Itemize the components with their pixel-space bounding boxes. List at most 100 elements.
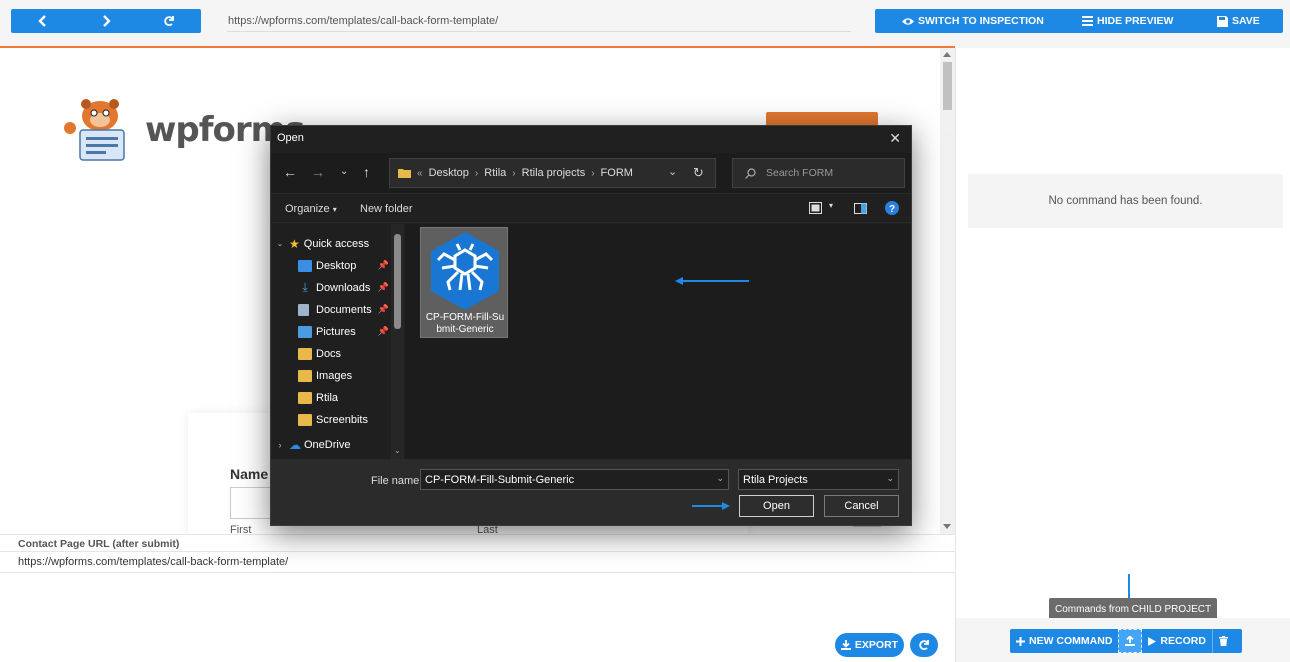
new-command-button[interactable]: NEW COMMAND (1010, 629, 1118, 653)
sync-button[interactable] (910, 633, 938, 657)
commands-footer: NEW COMMAND RECORD (956, 618, 1290, 662)
refresh-icon (919, 640, 929, 651)
sidebar-item-desktop[interactable]: Desktop 📌 (271, 255, 391, 276)
annotation-arrow-right (692, 505, 722, 507)
breadcrumb-form[interactable]: FORM (601, 167, 633, 179)
pin-icon: 📌 (377, 282, 389, 292)
chevron-down-icon: ⌄ (886, 473, 894, 483)
svg-text:?: ? (889, 204, 895, 215)
preview-scroll-thumb[interactable] (943, 62, 952, 110)
address-bar[interactable]: « Desktop › Rtila › Rtila projects › FOR… (389, 158, 716, 188)
commands-panel: No command has been found. Commands from… (955, 48, 1290, 662)
sidebar-item-docs[interactable]: Docs (271, 343, 391, 364)
url-input[interactable] (227, 10, 851, 32)
export-button[interactable]: EXPORT (835, 633, 904, 657)
breadcrumb-rtila[interactable]: Rtila (484, 167, 506, 179)
organize-label: Organize (285, 203, 330, 215)
sidebar-item-images[interactable]: Images (271, 365, 391, 386)
pin-icon: 📌 (377, 260, 389, 270)
form-name-label: Name (230, 466, 269, 482)
sidebar-item-downloads[interactable]: ⤓ Downloads 📌 (271, 277, 391, 298)
file-name-input[interactable]: CP-FORM-Fill-Submit-Generic ⌄ (420, 469, 729, 490)
chevron-right-icon[interactable]: › (271, 440, 289, 450)
sidebar-item-onedrive[interactable]: › ☁ OneDrive (271, 434, 391, 455)
sidebar-item-pictures[interactable]: Pictures 📌 (271, 321, 391, 342)
back-button[interactable] (11, 9, 74, 33)
chevron-down-icon[interactable]: ⌄ (716, 473, 724, 484)
chevron-down-icon: ▾ (332, 205, 337, 214)
sidebar-item-rtila[interactable]: Rtila (271, 387, 391, 408)
first-sublabel: First (230, 524, 252, 534)
breadcrumb-rtila-projects[interactable]: Rtila projects (522, 167, 586, 179)
view-options-icon[interactable] (809, 202, 822, 217)
file-name-caption: CP-FORM-Fill-Su bmit-Generic (421, 312, 509, 336)
sidebar-label-screenbits: Screenbits (316, 413, 368, 426)
sidebar-label-desktop: Desktop (316, 259, 357, 272)
new-folder-button[interactable]: New folder (360, 203, 413, 215)
close-icon[interactable]: ✕ (889, 130, 901, 147)
sidebar-item-documents[interactable]: Documents 📌 (271, 299, 391, 320)
open-file-dialog: Open ✕ ← → ⌄ ↑ « Desktop › Rtila › Rtila… (270, 125, 912, 526)
preview-scrollbar[interactable] (940, 48, 955, 534)
organize-menu[interactable]: Organize ▾ (285, 203, 337, 215)
up-arrow-icon[interactable]: ↑ (363, 164, 370, 180)
view-options-chevron-icon[interactable]: ▾ (829, 201, 833, 210)
wpforms-mascot-logo (64, 99, 125, 161)
folder-icon (298, 347, 312, 360)
download-icon (840, 640, 851, 650)
recent-locations-chevron-icon[interactable]: ⌄ (340, 166, 348, 177)
import-commands-button[interactable] (1118, 629, 1143, 653)
record-button[interactable]: RECORD (1142, 629, 1212, 653)
search-input[interactable]: Search FORM (732, 158, 905, 188)
dialog-footer: File name: CP-FORM-Fill-Submit-Generic ⌄… (271, 459, 911, 525)
sidebar-scrollbar[interactable]: ⌄ (391, 224, 404, 459)
preview-pane-icon[interactable] (854, 203, 867, 217)
address-dropdown-chevron-icon[interactable]: ⌄ (668, 165, 677, 178)
scroll-up-arrow-icon[interactable] (943, 52, 951, 57)
hide-preview-button[interactable]: HIDE PREVIEW (1082, 15, 1173, 27)
breadcrumb-desktop[interactable]: Desktop (429, 167, 469, 179)
star-icon: ★ (289, 236, 300, 251)
forward-button[interactable] (74, 9, 137, 33)
reload-button[interactable] (138, 9, 201, 33)
refresh-icon[interactable]: ↻ (693, 165, 704, 181)
contact-url-field[interactable]: https://wpforms.com/templates/call-back-… (0, 551, 955, 573)
sidebar-item-quick-access[interactable]: ⌄ ★ Quick access (271, 233, 391, 254)
chevron-down-icon[interactable]: ⌄ (271, 239, 289, 248)
annotation-arrow-right-head (722, 502, 730, 510)
help-icon[interactable]: ? (885, 201, 899, 218)
sidebar-label-pictures: Pictures (316, 325, 356, 338)
save-button[interactable]: SAVE (1217, 15, 1260, 27)
sidebar-label-images: Images (316, 369, 353, 382)
sidebar-item-screenbits[interactable]: Screenbits (271, 409, 391, 430)
pin-icon: 📌 (377, 304, 389, 314)
chevron-right-icon (103, 15, 111, 27)
file-type-select[interactable]: Rtila Projects ⌄ (738, 469, 899, 490)
cancel-button[interactable]: Cancel (824, 495, 899, 517)
no-commands-message: No command has been found. (968, 174, 1283, 228)
sidebar-label-downloads: Downloads (316, 281, 371, 294)
chevron-left-icon (37, 15, 46, 27)
file-type-value: Rtila Projects (743, 473, 808, 486)
documents-icon (298, 303, 309, 316)
dialog-toolbar: Organize ▾ New folder ▾ ? (271, 193, 911, 223)
plus-icon (1016, 636, 1025, 646)
back-arrow-icon[interactable]: ← (283, 164, 297, 180)
file-name-line-1: CP-FORM-Fill-Su (425, 312, 505, 323)
file-item-cp-form[interactable]: CP-FORM-Fill-Su bmit-Generic (420, 227, 508, 338)
scroll-down-arrow-icon[interactable] (943, 524, 951, 529)
switch-to-inspection-button[interactable]: SWITCH TO INSPECTION (902, 15, 1044, 27)
play-icon (1148, 636, 1157, 646)
sidebar-scroll-thumb[interactable] (394, 234, 401, 329)
refresh-icon (164, 16, 175, 27)
open-button[interactable]: Open (739, 495, 814, 517)
forward-arrow-icon[interactable]: → (311, 164, 325, 180)
new-command-label: NEW COMMAND (1029, 635, 1113, 647)
hide-preview-label: HIDE PREVIEW (1097, 15, 1174, 27)
preview-actions: SWITCH TO INSPECTION HIDE PREVIEW SAVE (875, 9, 1283, 33)
scroll-down-chevron-icon[interactable]: ⌄ (394, 446, 401, 455)
sidebar-label-quick-access: Quick access (303, 237, 370, 250)
contact-url-label: Contact Page URL (after submit) (18, 538, 180, 550)
delete-button[interactable] (1211, 629, 1234, 653)
record-label: RECORD (1160, 635, 1206, 647)
